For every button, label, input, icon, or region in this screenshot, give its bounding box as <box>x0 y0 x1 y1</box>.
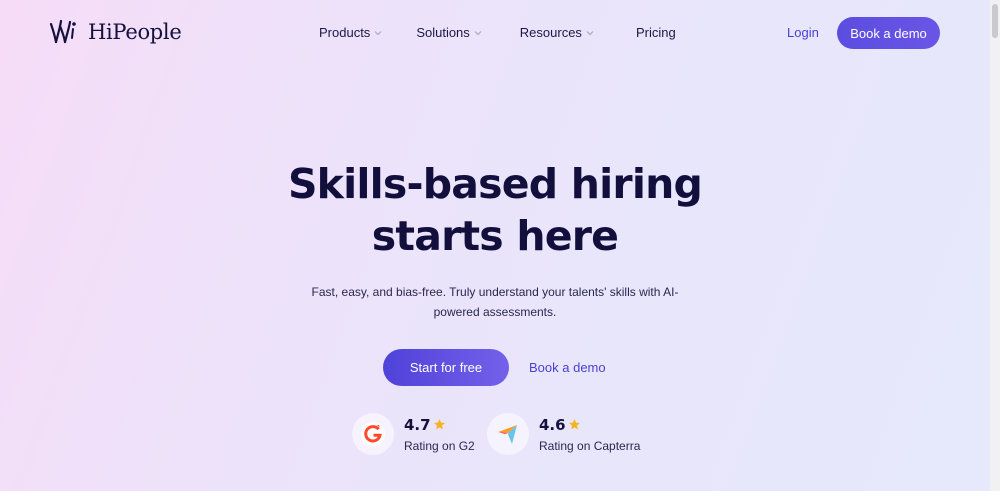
brand-name: HiPeople <box>88 20 182 44</box>
site-header: HiPeople Products Solutions Resources Pr… <box>0 0 990 66</box>
login-link[interactable]: Login <box>787 25 819 40</box>
capterra-badge <box>487 413 529 455</box>
book-demo-button[interactable]: Book a demo <box>837 17 940 49</box>
nav-item-label: Solutions <box>416 25 470 40</box>
chevron-down-icon <box>586 30 594 35</box>
nav-item-products[interactable]: Products <box>319 25 382 40</box>
hero-title-line-2: starts here <box>371 212 619 260</box>
star-icon <box>433 419 445 430</box>
nav-item-label: Products <box>319 25 371 40</box>
main-nav: Products Solutions Resources Pricing <box>319 25 676 40</box>
nav-item-label: Pricing <box>635 25 676 40</box>
svg-text:2: 2 <box>377 425 381 431</box>
g2-rating-text: 4.7 Rating on G2 <box>404 416 475 453</box>
brand-logo-link[interactable]: HiPeople <box>48 18 182 46</box>
nav-item-pricing[interactable]: Pricing <box>636 25 676 40</box>
capterra-rating-score: 4.6 <box>539 416 640 434</box>
capterra-rating[interactable]: 4.6 Rating on Capterra <box>487 413 640 455</box>
start-for-free-button[interactable]: Start for free <box>383 349 509 386</box>
capterra-rating-text: 4.6 Rating on Capterra <box>539 416 640 453</box>
g2-logo-icon: 2 <box>361 422 385 446</box>
capterra-logo-icon <box>498 425 517 444</box>
star-icon <box>568 419 580 430</box>
g2-badge: 2 <box>352 413 394 455</box>
page-scrollbar[interactable] <box>990 0 1000 491</box>
nav-item-label: Resources <box>519 25 582 40</box>
rating-value: 4.6 <box>539 415 566 434</box>
g2-rating-score: 4.7 <box>404 416 475 434</box>
scrollbar-thumb[interactable] <box>992 4 998 38</box>
nav-item-solutions[interactable]: Solutions <box>416 25 482 40</box>
g2-rating[interactable]: 2 4.7 Rating on G2 <box>352 413 475 455</box>
chevron-down-icon <box>474 30 482 35</box>
capterra-rating-label: Rating on Capterra <box>539 438 641 453</box>
hero-title-line-1: Skills-based hiring <box>287 160 703 208</box>
hipeople-logo-icon <box>49 19 76 44</box>
nav-item-resources[interactable]: Resources <box>520 25 594 40</box>
hero-title: Skills-based hiring starts here <box>0 158 990 262</box>
rating-value: 4.7 <box>404 415 431 434</box>
book-demo-link[interactable]: Book a demo <box>529 360 606 375</box>
hero-subtitle: Fast, easy, and bias-free. Truly underst… <box>311 285 679 319</box>
chevron-down-icon <box>374 30 382 35</box>
page: HiPeople Products Solutions Resources Pr… <box>0 0 1000 491</box>
g2-rating-label: Rating on G2 <box>404 438 475 453</box>
